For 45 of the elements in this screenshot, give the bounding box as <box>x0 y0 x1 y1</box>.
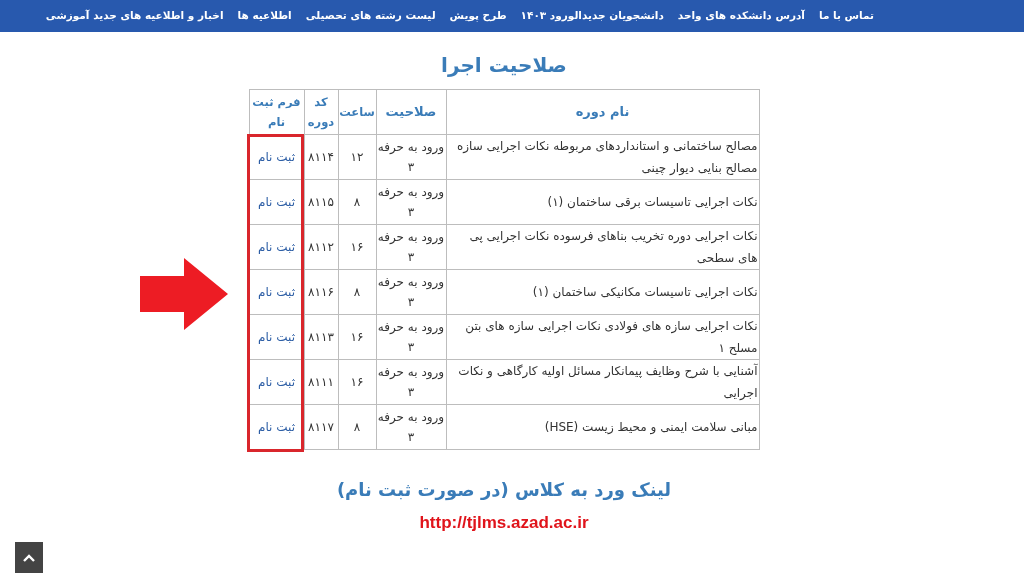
table-cell: ورود به حرفه ۳ <box>376 269 446 315</box>
table-cell: ورود به حرفه ۳ <box>376 314 446 360</box>
table-cell: ۱۶ <box>338 314 376 360</box>
nav-link[interactable]: دانشجویان جدیدالورود ۱۴۰۳ <box>520 8 664 24</box>
column-header: ساعت <box>338 89 376 135</box>
table-cell: ورود به حرفه ۳ <box>376 134 446 180</box>
table-cell: آشنایی با شرح وظایف پیمانکار مسائل اولیه کارگاهی و نکات اجرایی <box>446 359 759 405</box>
table-cell: نکات اجرایی دوره تخریب بناهای فرسوده نکات اجرایی پی های سطحی <box>446 224 759 270</box>
nav-link[interactable]: تماس با ما <box>818 8 874 24</box>
table-cell: ۸۱۱۳ <box>304 314 338 360</box>
table-cell: نکات اجرایی تاسیسات مکانیکی ساختمان (۱) <box>446 269 759 315</box>
scroll-top-button[interactable] <box>15 542 43 573</box>
table-cell: ۸۱۱۷ <box>304 404 338 450</box>
table-cell: ورود به حرفه ۳ <box>376 359 446 405</box>
table-cell: ۸۱۱۱ <box>304 359 338 405</box>
nav-link[interactable]: لیست رشته های تحصیلی <box>305 8 436 24</box>
page-title: صلاحیت اجرا <box>441 52 567 79</box>
table-cell: ورود به حرفه ۳ <box>376 179 446 225</box>
nav-link[interactable]: اطلاعیه ها <box>237 8 292 24</box>
chevron-up-icon <box>23 553 35 562</box>
table-cell: ۸۱۱۶ <box>304 269 338 315</box>
nav-link[interactable]: طرح پویش <box>449 8 507 24</box>
section-heading: لینک ورد به کلاس (در صورت ثبت نام) <box>336 478 672 503</box>
table-cell: نکات اجرایی سازه های فولادی نکات اجرایی سازه های بتن مسلح ۱ <box>446 314 759 360</box>
table-cell: ۱۶ <box>338 359 376 405</box>
table-cell: ۸۱۱۵ <box>304 179 338 225</box>
table-cell: ۸ <box>338 269 376 315</box>
class-url-link[interactable]: http://tjlms.azad.ac.ir <box>419 513 589 533</box>
table-cell: ۸ <box>338 179 376 225</box>
table-cell: ۸ <box>338 404 376 450</box>
nav-link[interactable]: اخبار و اطلاعیه های جدید آموزشی <box>45 8 224 24</box>
table-cell: ۸۱۱۲ <box>304 224 338 270</box>
table-cell: مبانی سلامت ایمنی و محیط زیست (HSE) <box>446 404 759 450</box>
column-header: فرم ثبت نام <box>249 89 304 135</box>
table-cell: ۱۶ <box>338 224 376 270</box>
table-cell: ۱۲ <box>338 134 376 180</box>
column-header: نام دوره <box>446 89 759 135</box>
table-cell: ورود به حرفه ۳ <box>376 404 446 450</box>
table-cell: مصالح ساختمانی و استانداردهای مربوطه نکات اجرایی سازه مصالح بنایی دیوار چینی <box>446 134 759 180</box>
nav-link[interactable]: آدرس دانشکده های واحد <box>677 8 805 24</box>
table-cell: نکات اجرایی تاسیسات برقی ساختمان (۱) <box>446 179 759 225</box>
column-header: کد دوره <box>304 89 338 135</box>
column-header: صلاحیت <box>376 89 446 135</box>
table-cell: ورود به حرفه ۳ <box>376 224 446 270</box>
table-cell: ۸۱۱۴ <box>304 134 338 180</box>
